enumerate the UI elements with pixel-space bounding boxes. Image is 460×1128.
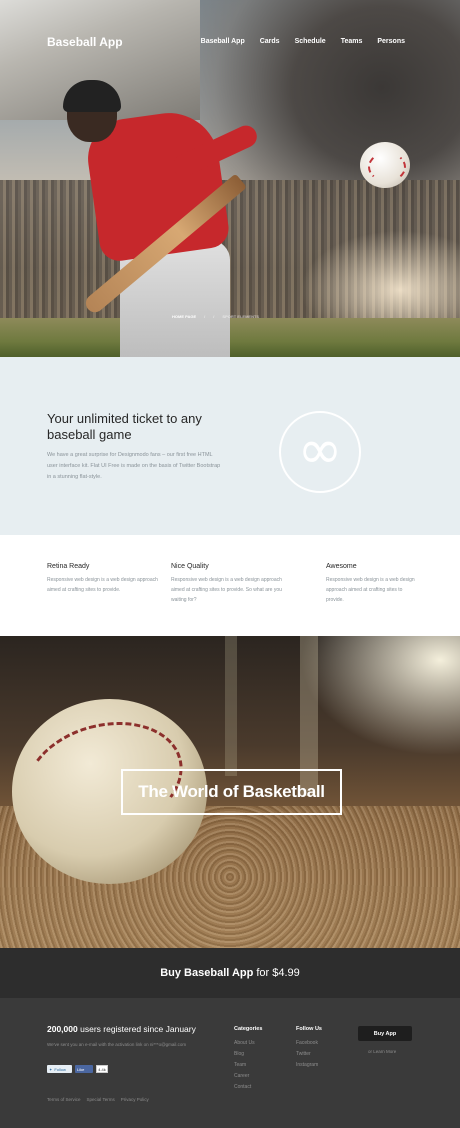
nav-item-teams[interactable]: Teams: [341, 38, 363, 45]
categories-title: Categories: [234, 1026, 263, 1032]
nav-item-baseball-app[interactable]: Baseball App: [201, 38, 245, 45]
footer-link-career[interactable]: Career: [234, 1071, 262, 1082]
terms-link[interactable]: Terms of Service: [47, 1097, 81, 1102]
baseball-in-flight: [360, 142, 410, 188]
infinity-icon: ∞: [279, 411, 361, 493]
feature-retina: Retina Ready Responsive web design is a …: [47, 563, 167, 595]
footer-link-instagram[interactable]: Instagram: [296, 1060, 322, 1071]
main-nav: Baseball App Cards Schedule Teams Person…: [201, 38, 405, 45]
feature-awesome: Awesome Responsive web design is a web d…: [326, 563, 418, 605]
footer-link-about[interactable]: About Us: [234, 1038, 262, 1049]
brand-logo[interactable]: Baseball App: [47, 35, 123, 49]
footer-link-facebook[interactable]: Facebook: [296, 1038, 322, 1049]
nav-item-persons[interactable]: Persons: [377, 38, 405, 45]
facebook-like-label: Like: [77, 1066, 85, 1072]
user-count-label: users registered since January: [80, 1024, 196, 1034]
footer: 200,000 users registered since January W…: [0, 998, 460, 1128]
facebook-like-button[interactable]: Like: [75, 1065, 93, 1073]
breadcrumb-home[interactable]: HOME PAGE: [172, 314, 196, 319]
categories-column: Categories About Us Blog Team Career Con…: [234, 1026, 262, 1093]
user-count-stat: 200,000 users registered since January: [47, 1024, 196, 1034]
breadcrumb-current[interactable]: SPORT ELEMENTS: [222, 314, 259, 319]
feature-title: Retina Ready: [47, 563, 90, 570]
footer-link-blog[interactable]: Blog: [234, 1049, 262, 1060]
footer-link-twitter[interactable]: Twitter: [296, 1049, 322, 1060]
feature-title: Awesome: [326, 563, 357, 570]
feature-text: Responsive web design is a web design ap…: [171, 577, 282, 603]
buy-app-button[interactable]: Buy App: [358, 1026, 412, 1041]
learn-more-link[interactable]: or Learn More: [368, 1049, 396, 1054]
footer-link-contact[interactable]: Contact: [234, 1082, 262, 1093]
legal-links: Terms of Service Special Terms Privacy P…: [47, 1097, 149, 1102]
baseball-field: [0, 318, 460, 357]
follow-title: Follow Us: [296, 1026, 322, 1032]
buy-bar-product[interactable]: Buy Baseball App: [160, 967, 253, 979]
activation-note: We've sent you an e-mail with the activa…: [47, 1042, 187, 1047]
breadcrumb: HOME PAGE / / SPORT ELEMENTS: [172, 314, 259, 319]
special-terms-link[interactable]: Special Terms: [87, 1097, 115, 1102]
banner-title-box: The World of Basketball: [121, 769, 342, 815]
buy-bar-price: for $4.99: [256, 967, 300, 979]
user-count: 200,000: [47, 1024, 78, 1034]
feature-title: Nice Quality: [171, 563, 209, 570]
intro-text: We have a great surprise for Designmodo …: [47, 452, 221, 480]
footer-link-team[interactable]: Team: [234, 1060, 262, 1071]
privacy-link[interactable]: Privacy Policy: [121, 1097, 149, 1102]
feature-text: Responsive web design is a web design ap…: [326, 577, 415, 603]
feature-quality: Nice Quality Responsive web design is a …: [171, 563, 291, 605]
social-buttons: ✦ Follow Like 4.4k: [47, 1065, 108, 1073]
breadcrumb-separator: /: [204, 314, 206, 319]
intro-title: Your unlimited ticket to any baseball ga…: [47, 411, 202, 442]
feature-text: Responsive web design is a web design ap…: [47, 577, 158, 593]
background-light: [300, 636, 460, 756]
banner-title: The World of Basketball: [138, 782, 325, 801]
intro-section: Your unlimited ticket to any baseball ga…: [0, 357, 460, 535]
like-count: 4.4k: [96, 1065, 108, 1073]
nav-item-schedule[interactable]: Schedule: [295, 38, 326, 45]
twitter-follow-label: Follow: [54, 1066, 66, 1072]
twitter-follow-button[interactable]: ✦ Follow: [47, 1065, 72, 1073]
follow-column: Follow Us Facebook Twitter Instagram: [296, 1026, 322, 1071]
breadcrumb-separator: /: [213, 314, 215, 319]
nav-item-cards[interactable]: Cards: [260, 38, 280, 45]
background-post: [225, 636, 237, 776]
features-section: Retina Ready Responsive web design is a …: [0, 535, 460, 636]
buy-bar[interactable]: Buy Baseball App for $4.99: [0, 948, 460, 998]
baseball-photo-banner: The World of Basketball: [0, 636, 460, 948]
twitter-icon: ✦: [49, 1066, 53, 1072]
hero-section: Baseball App Baseball App Cards Schedule…: [0, 0, 460, 357]
